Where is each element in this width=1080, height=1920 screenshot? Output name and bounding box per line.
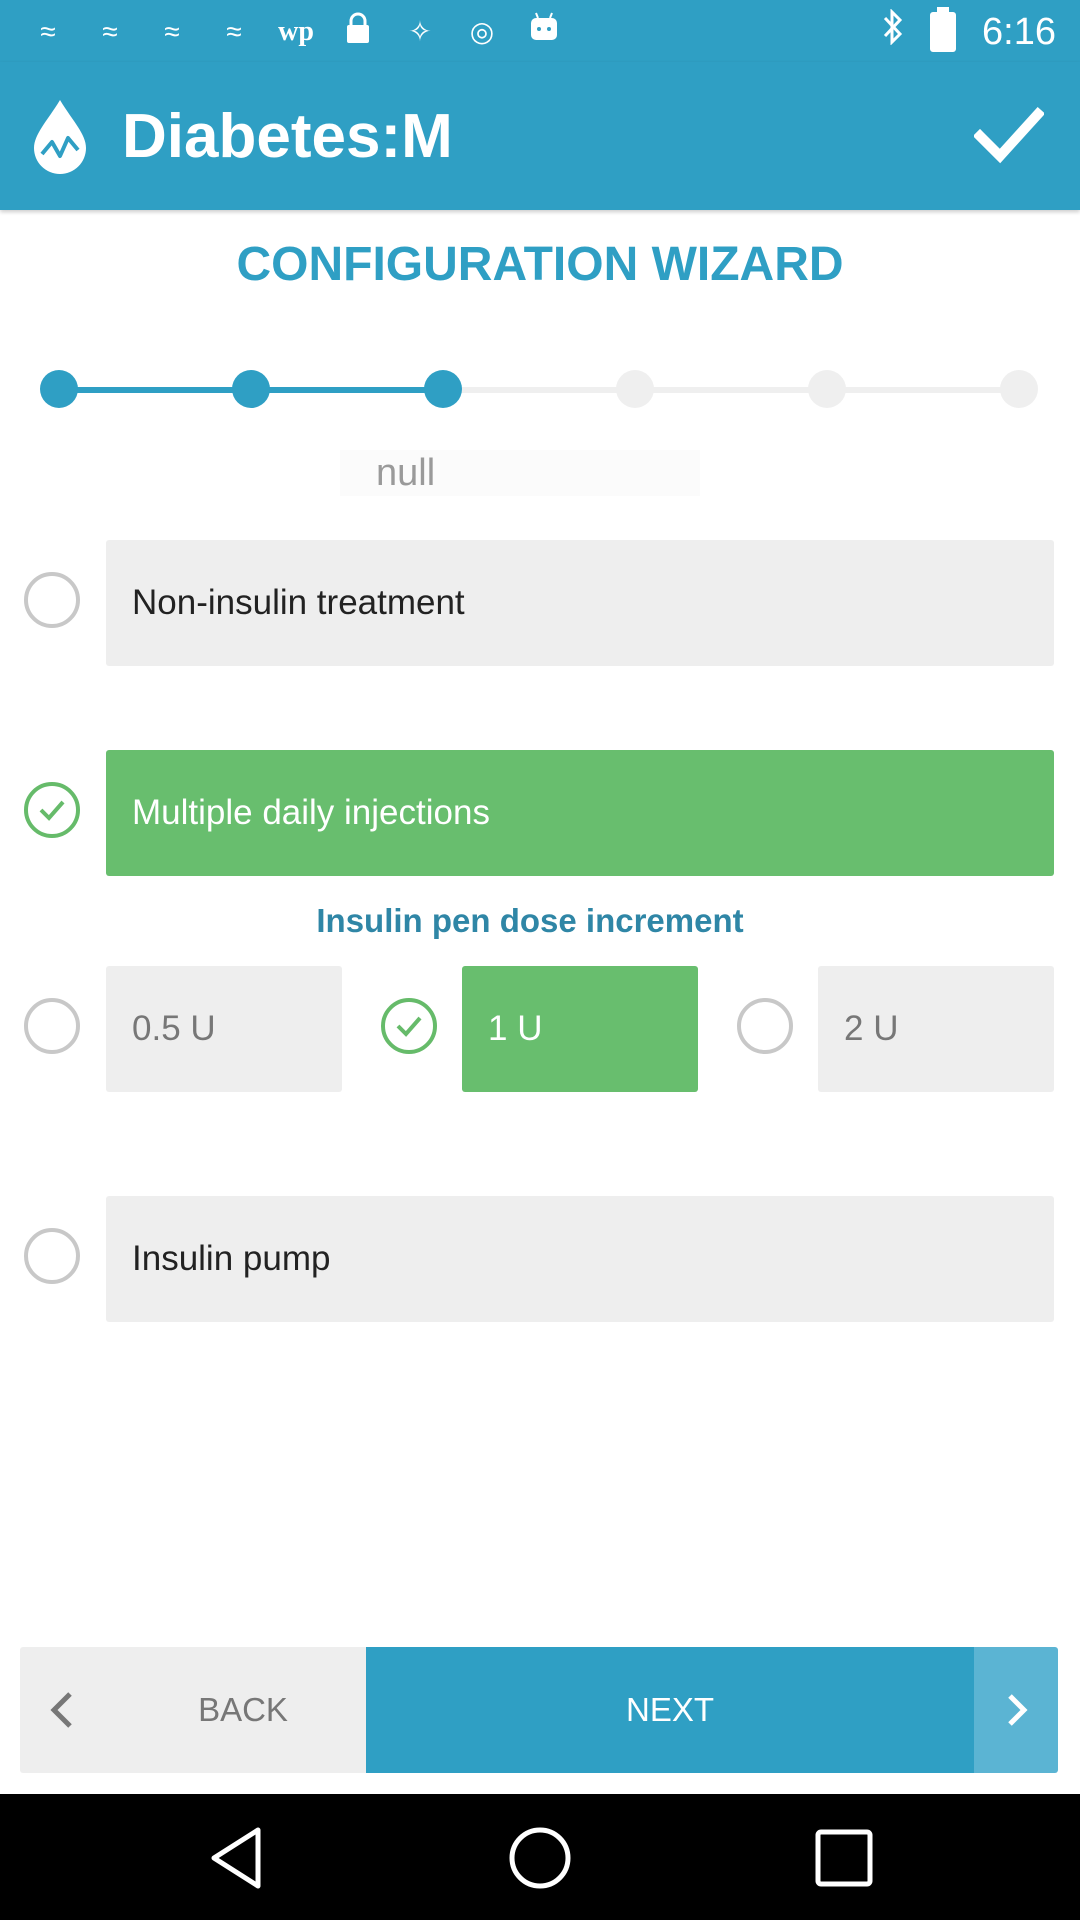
record-icon: ◎ — [469, 16, 495, 47]
status-time: 6:16 — [982, 10, 1056, 53]
step-dot — [424, 370, 462, 408]
multiple-daily-radio[interactable] — [24, 782, 80, 838]
chevron-left-icon — [50, 1692, 72, 1728]
next-button-label: NEXT — [625, 1691, 714, 1728]
bluetooth-icon — [882, 8, 904, 55]
chevron-right-icon — [1008, 1694, 1028, 1726]
signal-app-icon: ≈ — [40, 16, 56, 47]
check-icon — [396, 1016, 422, 1037]
back-triangle-icon[interactable] — [200, 1820, 276, 1896]
step-dot — [1000, 370, 1038, 408]
pen-dose-heading: Insulin pen dose increment — [316, 902, 744, 939]
next-arrow-button[interactable] — [974, 1647, 1058, 1773]
non-insulin-option[interactable]: Non-insulin treatment — [106, 540, 1054, 666]
battery-icon — [930, 7, 957, 52]
system-nav-bar — [0, 1794, 1080, 1920]
insulin-pump-radio[interactable] — [24, 1228, 80, 1284]
step-dot — [40, 370, 78, 408]
drop-logo-icon — [34, 100, 86, 174]
status-bar: ≈ ≈ ≈ ≈ wp ✧ ◎ 6:16 — [0, 0, 1080, 62]
check-icon[interactable] — [974, 104, 1044, 164]
signal-app-icon: ≈ — [226, 16, 242, 47]
wizard-title: CONFIGURATION WIZARD — [236, 238, 844, 291]
signal-app-icon: ≈ — [164, 16, 180, 47]
increment-option-1[interactable]: 1 U — [462, 966, 698, 1092]
insulin-pump-option[interactable]: Insulin pump — [106, 1196, 1054, 1322]
recents-square-icon[interactable] — [806, 1820, 882, 1896]
step-dot — [808, 370, 846, 408]
non-insulin-radio[interactable] — [24, 572, 80, 628]
increment-radio-2[interactable] — [737, 998, 793, 1054]
increment-radio-0-5[interactable] — [24, 998, 80, 1054]
status-right: 6:16 — [882, 7, 1056, 55]
step-dot — [232, 370, 270, 408]
wizard-subtitle: null — [340, 450, 700, 496]
signal-app-icon: ≈ — [102, 16, 118, 47]
step-dot — [616, 370, 654, 408]
wp-icon: wp — [278, 16, 314, 47]
back-button[interactable]: BACK — [20, 1647, 366, 1773]
home-circle-icon[interactable] — [502, 1820, 578, 1896]
increment-option-0-5[interactable]: 0.5 U — [106, 966, 342, 1092]
next-button[interactable]: NEXT — [366, 1647, 974, 1773]
app-title: Diabetes:M — [122, 102, 453, 171]
multiple-daily-option[interactable]: Multiple daily injections — [106, 750, 1054, 876]
increment-option-2[interactable]: 2 U — [818, 966, 1054, 1092]
lock-icon — [338, 12, 378, 52]
app-bar: Diabetes:M — [0, 62, 1080, 210]
satellite-icon: ✧ — [408, 16, 432, 47]
increment-radio-1[interactable] — [381, 998, 437, 1054]
wizard-progress — [40, 370, 1040, 410]
check-icon — [39, 800, 65, 821]
wizard-footer: BACK NEXT — [20, 1647, 1058, 1773]
android-icon — [524, 12, 564, 52]
back-button-label: BACK — [198, 1691, 288, 1728]
notification-icons: ≈ ≈ ≈ ≈ wp ✧ ◎ — [28, 12, 564, 52]
